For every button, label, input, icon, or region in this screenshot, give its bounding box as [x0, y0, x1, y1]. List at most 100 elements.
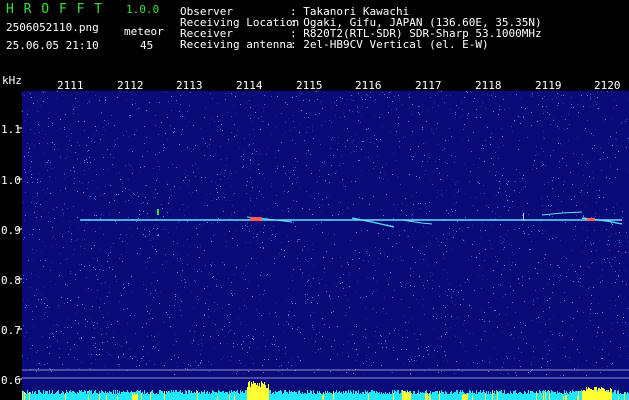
power-bar [561, 393, 562, 400]
noise-pixel [497, 207, 498, 208]
noise-pixel [305, 294, 306, 295]
noise-pixel [82, 304, 83, 305]
power-bar [488, 391, 489, 400]
noise-pixel [596, 262, 597, 263]
noise-pixel [39, 229, 40, 230]
noise-pixel [132, 292, 133, 293]
noise-pixel [519, 360, 520, 361]
noise-pixel [410, 93, 411, 94]
noise-pixel [534, 160, 535, 161]
noise-pixel [91, 141, 92, 142]
noise-pixel [582, 228, 583, 229]
noise-pixel [392, 103, 393, 104]
noise-pixel [491, 218, 492, 219]
noise-pixel [397, 257, 398, 258]
noise-pixel [383, 215, 384, 216]
noise-pixel [292, 140, 293, 141]
power-burst [254, 396, 255, 400]
noise-pixel [228, 332, 229, 333]
noise-pixel [94, 142, 95, 143]
noise-pixel [108, 327, 109, 328]
power-bar [308, 393, 309, 400]
noise-pixel [230, 360, 231, 361]
power-bar [115, 390, 116, 400]
noise-pixel [357, 111, 358, 112]
noise-pixel [23, 128, 24, 129]
noise-pixel [325, 121, 326, 122]
noise-pixel [580, 267, 581, 268]
noise-pixel [366, 338, 367, 339]
power-bar [126, 392, 127, 400]
noise-pixel [217, 103, 218, 104]
power-bar [504, 390, 505, 400]
noise-pixel [48, 212, 49, 213]
power-burst [439, 391, 440, 400]
noise-pixel [446, 332, 447, 333]
noise-pixel [329, 182, 330, 183]
noise-pixel [247, 181, 248, 182]
power-bar [374, 391, 375, 400]
noise-pixel [389, 333, 390, 334]
noise-pixel [253, 237, 254, 238]
noise-pixel [175, 296, 176, 297]
noise-pixel [274, 258, 275, 259]
noise-pixel [215, 153, 216, 154]
noise-pixel [353, 100, 354, 101]
noise-pixel [96, 354, 97, 355]
power-bar [289, 390, 290, 400]
power-bar [569, 392, 570, 400]
noise-pixel [589, 106, 590, 107]
noise-pixel [73, 183, 74, 184]
noise-pixel [521, 352, 522, 353]
noise-pixel [180, 275, 181, 276]
power-bar [496, 390, 497, 400]
noise-pixel [306, 132, 307, 133]
noise-pixel [183, 245, 184, 246]
noise-pixel [553, 120, 554, 121]
noise-pixel [24, 95, 25, 96]
noise-pixel [293, 121, 294, 122]
noise-pixel [347, 208, 348, 209]
noise-pixel [32, 319, 33, 320]
noise-pixel [358, 112, 359, 113]
noise-pixel [437, 192, 438, 193]
noise-pixel [612, 145, 613, 146]
power-burst [606, 390, 607, 400]
noise-pixel [597, 332, 598, 333]
noise-pixel [181, 134, 182, 135]
noise-pixel [135, 333, 136, 334]
noise-pixel [131, 276, 132, 277]
noise-pixel [533, 346, 534, 347]
power-bar [95, 390, 96, 400]
noise-pixel [134, 194, 135, 195]
noise-pixel [444, 102, 445, 103]
noise-pixel [433, 316, 434, 317]
noise-pixel [118, 356, 119, 357]
power-bar [91, 390, 92, 400]
noise-pixel [312, 228, 313, 229]
noise-pixel [402, 104, 403, 105]
power-bar [395, 391, 396, 400]
noise-pixel [549, 114, 550, 115]
noise-pixel [586, 162, 587, 163]
noise-pixel [326, 197, 327, 198]
noise-pixel [509, 244, 510, 245]
noise-pixel [306, 241, 307, 242]
noise-pixel [540, 222, 541, 223]
noise-pixel [70, 170, 71, 171]
noise-pixel [626, 284, 627, 285]
noise-pixel [23, 239, 24, 240]
noise-pixel [442, 179, 443, 180]
noise-pixel [64, 127, 65, 128]
noise-pixel [86, 159, 87, 160]
power-bar [76, 394, 77, 400]
noise-pixel [158, 234, 159, 235]
noise-pixel [234, 136, 235, 137]
power-bar [75, 393, 76, 400]
power-bar [445, 391, 446, 400]
noise-pixel [173, 256, 174, 257]
noise-pixel [207, 159, 208, 160]
noise-pixel [564, 347, 565, 348]
power-bar [538, 393, 539, 400]
noise-pixel [275, 303, 276, 304]
